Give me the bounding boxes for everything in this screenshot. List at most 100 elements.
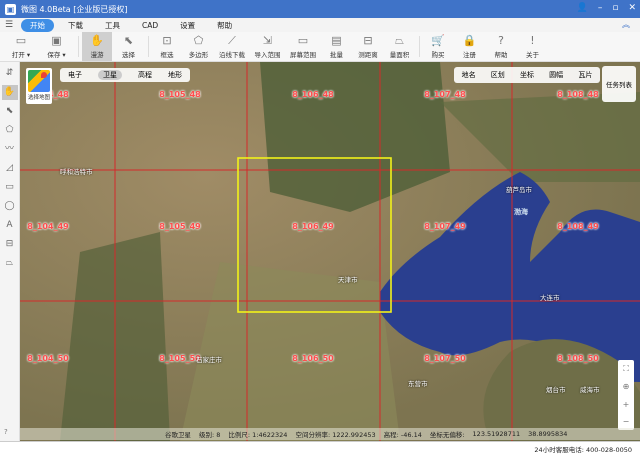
help-icon: ? xyxy=(498,35,504,47)
toolbar-separator xyxy=(148,36,149,57)
menu-tools[interactable]: 工具 xyxy=(94,20,131,31)
tab-terrain[interactable]: 地形 xyxy=(168,70,182,80)
tile-label: 8_105_50 xyxy=(159,354,200,363)
text-tool-icon[interactable]: A xyxy=(2,218,18,233)
user-icon[interactable]: 👤 xyxy=(577,3,588,13)
help-circle-icon[interactable]: ? xyxy=(4,428,8,436)
folder-icon: ▭ xyxy=(16,35,26,47)
title-bar: ▣ 微图 4.0Beta [企业版已授权] 👤 – ▫ ✕ xyxy=(0,0,640,18)
toolbar-label: 测距离 xyxy=(358,49,378,59)
pan-tool-icon[interactable]: ✋ xyxy=(2,85,18,100)
left-tool-sidebar: ⇵ ✋ ⬉ ⬠ 〰 ◿ ▭ ◯ A ⊟ ⏢ xyxy=(0,62,20,442)
minimize-button[interactable]: – xyxy=(598,3,603,13)
toolbar-button-line-download[interactable]: ⟋ 沿线下载 xyxy=(215,32,249,61)
resolution: 空间分辨率: 1222.992453 xyxy=(295,429,375,439)
map-source-switch[interactable]: 选择地图 xyxy=(26,68,52,104)
locate-icon[interactable]: ⊕ xyxy=(623,382,630,391)
tile-label: 8_107_48 xyxy=(424,90,465,99)
maximize-button[interactable]: ▫ xyxy=(612,3,618,13)
toolbar-button-hand[interactable]: ✋漫游 xyxy=(82,32,112,61)
tile-label: 8_106_49 xyxy=(292,222,333,231)
toolbar-label: 沿线下载 xyxy=(219,49,245,59)
toggle-tiles[interactable]: 瓦片 xyxy=(578,70,592,80)
menu-cad[interactable]: CAD xyxy=(131,21,169,30)
toolbar-button-batch[interactable]: ▤批量 xyxy=(322,32,352,61)
pin-icon[interactable]: ⇵ xyxy=(2,66,18,81)
menu-settings[interactable]: 设置 xyxy=(169,20,206,31)
line-download-icon: ⟋ xyxy=(228,35,236,47)
polygon-icon: ⬠ xyxy=(194,35,204,47)
status-bar: 谷歌卫星 级别: 8 比例尺: 1:4622324 空间分辨率: 1222.99… xyxy=(20,428,640,440)
fullscreen-icon[interactable]: ⛶ xyxy=(623,364,629,374)
toolbar-label: 导入范围 xyxy=(255,49,281,59)
tab-elevation[interactable]: 高程 xyxy=(138,70,152,80)
map-source-label: 选择地图 xyxy=(26,93,52,101)
toolbar-button-lock[interactable]: 🔒注册 xyxy=(455,32,485,61)
toolbar-button-screen[interactable]: ▭屏幕范围 xyxy=(286,32,320,61)
toolbar-label: 帮助 xyxy=(495,49,508,59)
longitude: 123.51928711 xyxy=(473,430,521,438)
toolbar-label: 购买 xyxy=(432,49,445,59)
toolbar-button-import[interactable]: ⇲导入范围 xyxy=(251,32,285,61)
menu-help[interactable]: 帮助 xyxy=(206,20,243,31)
rectangle-draw-icon[interactable]: ▭ xyxy=(2,180,18,195)
google-maps-icon xyxy=(28,70,50,92)
toolbar-button-folder[interactable]: ▭ 打开 ▾ xyxy=(4,32,38,61)
area-draw-icon[interactable]: ◿ xyxy=(2,161,18,176)
tile-label: 8_104_50 xyxy=(27,354,68,363)
area-icon: ⏢ xyxy=(395,35,404,47)
toolbar-label: 注册 xyxy=(463,49,476,59)
toolbar-button-save[interactable]: ▣ 保存 ▾ xyxy=(40,32,74,61)
city-label: 石家庄市 xyxy=(196,354,222,364)
menu-download[interactable]: 下载 xyxy=(57,20,94,31)
toggle-coordinates[interactable]: 坐标 xyxy=(520,70,534,80)
sea-label: 渤海 xyxy=(514,207,528,217)
map-canvas[interactable]: 8_104_488_105_488_106_488_107_488_108_48… xyxy=(20,62,640,441)
toolbar-button-box-select[interactable]: ⊡框选 xyxy=(152,32,182,61)
zoom-out-button[interactable]: − xyxy=(623,417,630,426)
collapse-ribbon-icon[interactable]: ︽ xyxy=(622,19,630,30)
select-tool-icon[interactable]: ⬉ xyxy=(2,104,18,119)
screen-icon: ▭ xyxy=(298,35,308,47)
selection-rectangle[interactable] xyxy=(238,158,391,312)
map-type-tabs: 电子 卫星 高程 地形 xyxy=(60,68,190,82)
toolbar-button-info[interactable]: ! 关于 xyxy=(518,32,548,61)
app-logo-icon: ▣ xyxy=(5,4,16,15)
info-icon: ! xyxy=(530,35,534,47)
save-icon: ▣ xyxy=(51,35,61,47)
tile-label: 8_107_50 xyxy=(424,354,465,363)
tile-label: 8_106_48 xyxy=(292,90,333,99)
toggle-place-names[interactable]: 地名 xyxy=(462,70,476,80)
toolbar-label: 框选 xyxy=(161,49,174,59)
toolbar-label: 关于 xyxy=(526,49,539,59)
toolbar-button-polygon[interactable]: ⬠ 多边形 xyxy=(184,32,214,61)
toolbar-label: 保存 ▾ xyxy=(47,49,65,59)
hamburger-menu-icon[interactable]: ☰ xyxy=(0,20,18,30)
toggle-map-sheets[interactable]: 圆幅 xyxy=(549,70,563,80)
toolbar-label: 打开 ▾ xyxy=(12,49,30,59)
hand-icon: ✋ xyxy=(90,35,104,47)
toolbar-button-help[interactable]: ? 帮助 xyxy=(486,32,516,61)
task-list-button[interactable]: 任务列表 xyxy=(602,66,636,102)
toggle-boundaries[interactable]: 区划 xyxy=(491,70,505,80)
toolbar-button-area[interactable]: ⏢ 量面积 xyxy=(385,32,415,61)
toolbar-button-ruler[interactable]: ⊟测距离 xyxy=(353,32,383,61)
zoom-in-button[interactable]: + xyxy=(623,400,630,409)
circle-draw-icon[interactable]: ◯ xyxy=(2,199,18,214)
polygon-draw-icon[interactable]: ⬠ xyxy=(2,123,18,138)
close-button[interactable]: ✕ xyxy=(628,3,636,13)
zoom-controls: ⛶ ⊕ + − xyxy=(618,360,634,430)
toolbar-button-cursor[interactable]: ⬉选择 xyxy=(114,32,144,61)
measure-area-icon[interactable]: ⏢ xyxy=(2,256,18,271)
menu-bar: ☰ 开始 下载 工具 CAD 设置 帮助 ︽ xyxy=(0,18,640,32)
tab-satellite[interactable]: 卫星 xyxy=(98,70,122,80)
measure-distance-icon[interactable]: ⊟ xyxy=(2,237,18,252)
city-label: 呼和浩特市 xyxy=(60,166,93,176)
tab-vector[interactable]: 电子 xyxy=(68,70,82,80)
polyline-draw-icon[interactable]: 〰 xyxy=(2,142,18,157)
batch-icon: ▤ xyxy=(331,35,341,47)
menu-start[interactable]: 开始 xyxy=(21,19,54,32)
toolbar-label: 多边形 xyxy=(189,49,209,59)
toolbar-label: 量面积 xyxy=(390,49,410,59)
toolbar-button-cart[interactable]: 🛒购买 xyxy=(423,32,453,61)
